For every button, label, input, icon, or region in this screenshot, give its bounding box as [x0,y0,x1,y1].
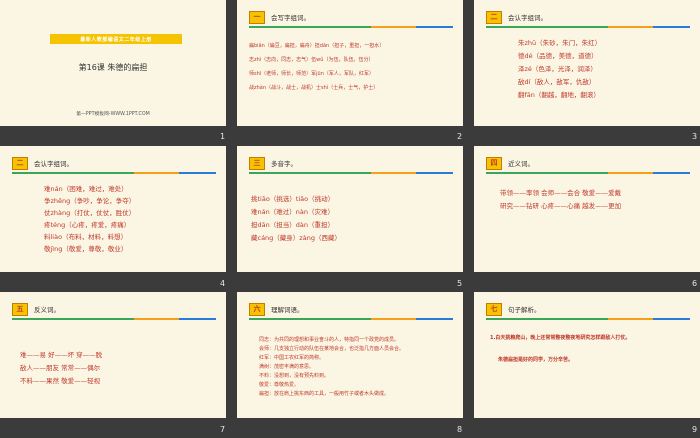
text-line: 担dān（担当）dàn（重担） [251,221,334,229]
text-line: 不料——果然 敬爱——轻视 [20,377,101,385]
section-badge: 五 [12,302,28,316]
section-badge: 七 [486,302,502,316]
text-line: 敌人——朋友 常常——偶尔 [20,364,101,372]
section-title: 会写字组词。 [271,14,310,22]
footer-text: 第一PPT模板网-WWW.1PPT.COM [76,112,150,117]
text-line: 难nán（难过）nàn（灾难） [251,208,334,216]
section-title: 会认字组词。 [508,14,547,22]
text-line: 志zhì（志向，同志，志气）伍wǔ（为伍，队伍，伍分） [249,57,374,63]
section-title: 多音字。 [271,160,297,168]
slide-thumbnail-4[interactable]: 二会认字组词。 难nán（困难，难过，难处） 争zhēng（争吵，争论，争夺） … [0,146,226,272]
text-line: 泽zé（色泽，光泽，润泽） [518,65,597,73]
slide-thumbnail-2[interactable]: 一会写字组词。 扁biǎn（扁豆，扁担，扁舟）担dān（担子，重担，一担水） 志… [237,0,463,126]
text-line: 朱德扁担是好的同学，万分辛苦。 [498,357,574,363]
slide-number: 2 [457,132,463,141]
text-line: 1.白天挑粮爬山，晚上还常常整夜整夜地研究怎样跟敌人打仗。 [490,335,631,341]
text-line: 敬jìng（敬爱，尊敬，敬业） [44,245,128,253]
slide-number: 1 [220,132,226,141]
divider-bars [249,26,453,29]
section-badge: 三 [249,156,265,170]
slide-number: 7 [220,425,226,434]
text-line: 研究——钻研 心疼——心痛 越发——更加 [500,202,622,210]
divider-bars [486,172,690,175]
section-badge: 四 [486,156,502,170]
text-line: 红军：中国工农红军的简称。 [259,355,325,361]
slide-thumbnail-8[interactable]: 六理解词语。 同志：为共同的理想和事业奋斗的人，特指同一个政党的成员。 会师：几… [237,292,463,418]
section-badge: 六 [249,302,265,316]
text-line: 敬爱：尊敬热爱。 [259,382,300,388]
text-line: 料liào（布料，材料，料想） [44,233,128,241]
section-title: 反义词。 [34,306,60,314]
section-title: 理解词语。 [271,306,304,314]
text-line: 疼téng（心疼，疼爱，疼痛） [44,221,131,229]
section-badge: 二 [486,10,502,24]
text-line: 扁担：放在肩上挑东西的工具，一般用竹子或者木头做成。 [259,391,390,397]
divider-bars [486,26,690,29]
slide-number: 8 [457,425,463,434]
section-badge: 一 [249,10,265,24]
text-line: 德dé（品德，美德，道德） [518,52,598,60]
slide-number: 9 [692,425,698,434]
grade-banner: 最新人教部编语文二年级上册 [50,34,182,44]
slide-thumbnail-5[interactable]: 三多音字。 挑tiāo（挑选）tiǎo（挑动） 难nán（难过）nàn（灾难） … [237,146,463,272]
section-badge: 二 [12,156,28,170]
text-line: 藏cáng（藏身）zàng（西藏） [251,234,341,242]
text-line: 仗zhàng（打仗，仗仗，胜仗） [44,209,136,217]
text-line: 难nán（困难，难过，难处） [44,185,128,193]
text-line: 翻fān（翻越，翻地，翻滚） [518,91,600,99]
text-line: 会师：几支独立行动的队伍在某地会合，也泛指几方面人员会合。 [259,346,405,352]
divider-bars [12,172,216,175]
slide-thumbnail-3[interactable]: 二会认字组词。 朱zhū（朱砂，朱门，朱红） 德dé（品德，美德，道德） 泽zé… [474,0,700,126]
divider-bars [486,318,690,321]
slide-number: 6 [692,279,698,288]
text-line: 朱zhū（朱砂，朱门，朱红） [518,39,602,47]
slide-number: 4 [220,279,226,288]
divider-bars [12,318,216,321]
slide-thumbnail-9[interactable]: 七句子解析。 1.白天挑粮爬山，晚上还常常整夜整夜地研究怎样跟敌人打仗。 朱德扁… [474,292,700,418]
slide-number: 3 [692,132,698,141]
section-title: 会认字组词。 [34,160,73,168]
section-title: 句子解析。 [508,306,541,314]
slide-thumbnail-7[interactable]: 五反义词。 难——易 好——坏 穿——脱 敌人——朋友 常常——偶尔 不料——果… [0,292,226,418]
section-title: 近义词。 [508,160,534,168]
lesson-title: 第16课 朱德的扁担 [78,63,148,72]
text-line: 敌dí（敌人，敌军，仇敌） [518,78,596,86]
text-line: 难——易 好——坏 穿——脱 [20,351,103,359]
text-line: 战zhàn（战斗，战士，战机）士shì（士兵，士气，护士） [249,85,379,91]
text-line: 扁biǎn（扁豆，扁担，扁舟）担dān（担子，重担，一担水） [249,43,385,49]
slide-thumbnail-1[interactable]: 最新人教部编语文二年级上册 第16课 朱德的扁担 第一PPT模板网-WWW.1P… [0,0,226,126]
slide-number: 5 [457,279,463,288]
divider-bars [249,318,453,321]
divider-bars [249,172,453,175]
text-line: 争zhēng（争吵，争论，争夺） [44,197,136,205]
text-line: 带领——率领 会师——会合 敬爱——爱戴 [500,189,622,197]
text-line: 同志：为共同的理想和事业奋斗的人，特指同一个政党的成员。 [259,337,400,343]
text-line: 师shī（老师，师长，师范）军jūn（军人，军队，红军） [249,71,374,77]
text-line: 不料：没想到，没有预先料到。 [259,373,330,379]
slide-thumbnail-6[interactable]: 四近义词。 带领——率领 会师——会合 敬爱——爱戴 研究——钻研 心疼——心痛… [474,146,700,272]
text-line: 挑tiāo（挑选）tiǎo（挑动） [251,195,335,203]
text-line: 满树：茂密丰满的意思。 [259,364,315,370]
